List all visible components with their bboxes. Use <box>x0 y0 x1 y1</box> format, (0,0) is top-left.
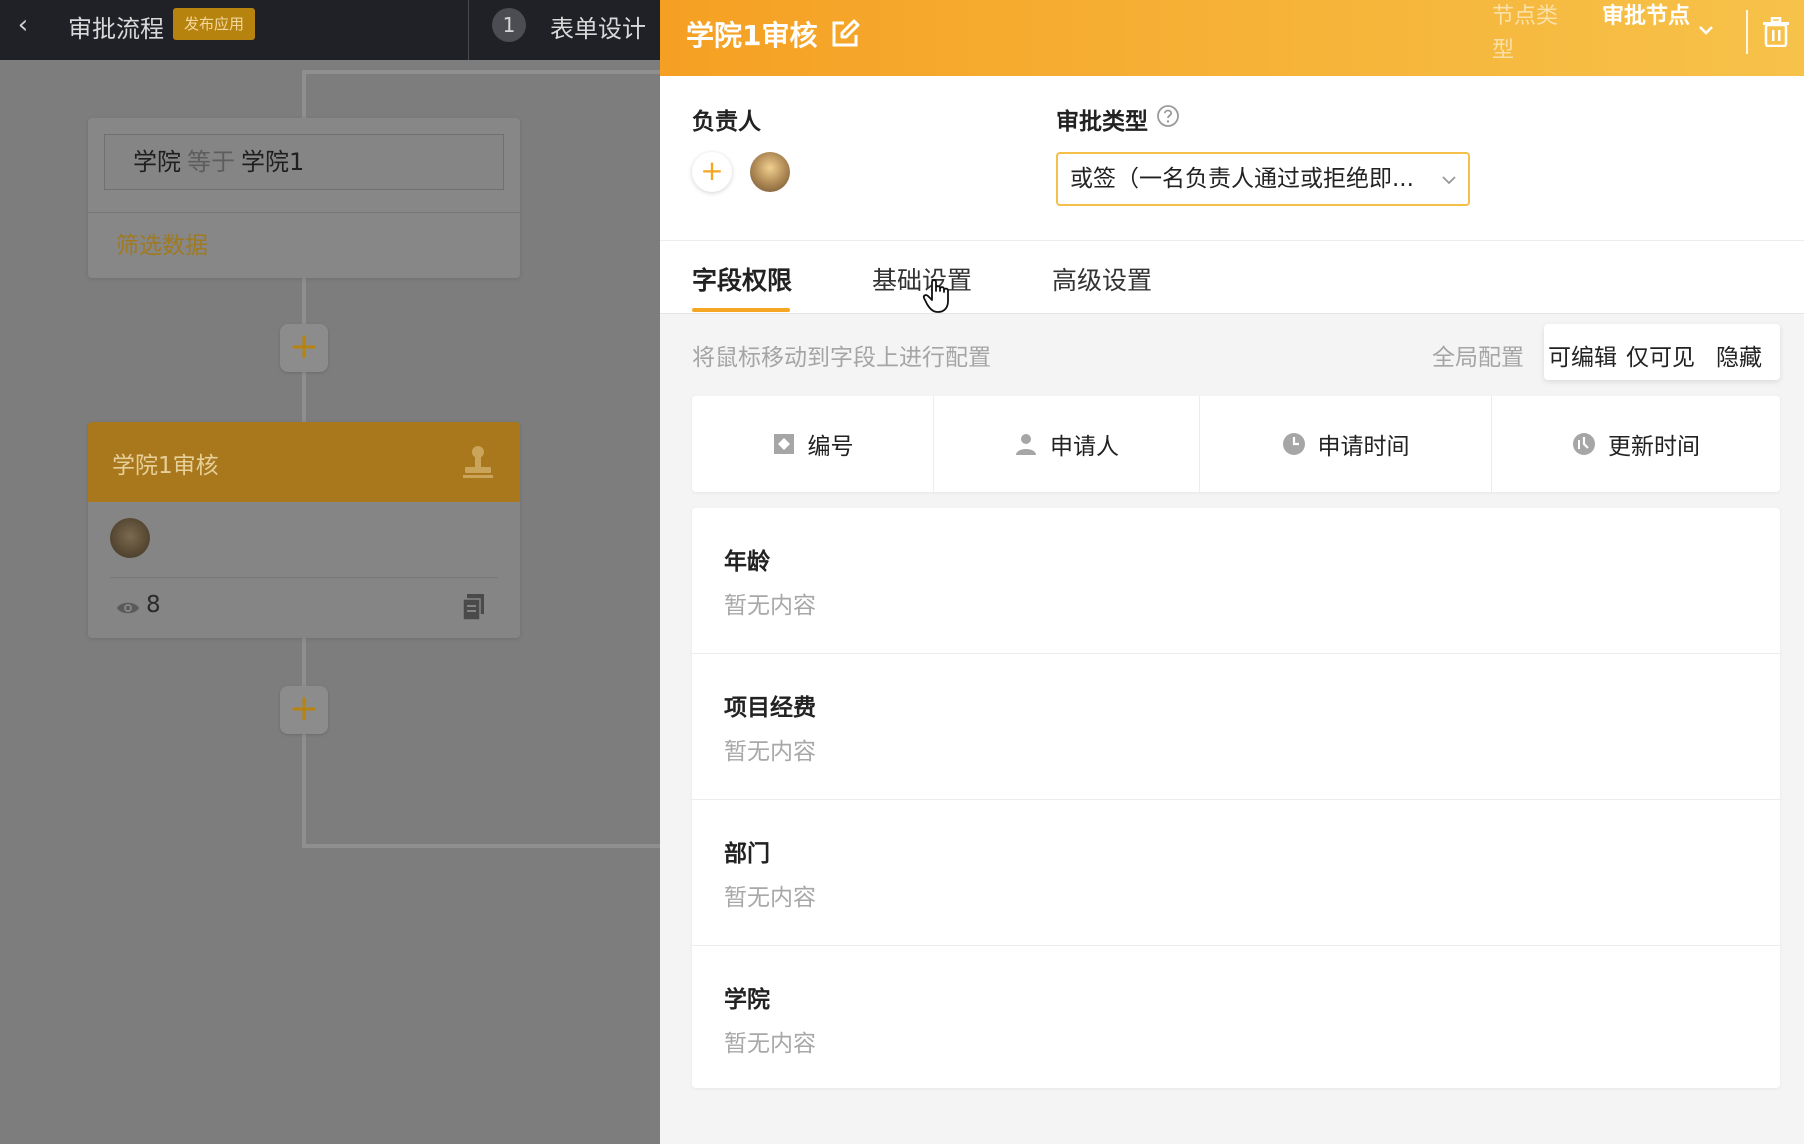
form-design-step[interactable]: 表单设计 <box>550 9 646 44</box>
system-field-label: 更新时间 <box>1608 434 1700 460</box>
document-icon[interactable] <box>462 594 486 620</box>
field-row[interactable]: 项目经费 暂无内容 <box>692 654 1780 800</box>
system-field-update-time[interactable]: 更新时间 <box>1492 396 1780 492</box>
chevron-left-icon[interactable]: ‹ <box>8 10 38 40</box>
node-title: 学院1审核 <box>112 453 219 479</box>
field-name: 项目经费 <box>724 695 816 721</box>
field-row[interactable]: 部门 暂无内容 <box>692 800 1780 946</box>
flow-connector <box>302 638 306 848</box>
field-name: 部门 <box>724 841 770 867</box>
panel-title: 学院1审核 <box>686 19 818 52</box>
system-field-number[interactable]: 编号 <box>692 396 934 492</box>
step-number: 1 <box>492 8 526 42</box>
condition-card[interactable]: 学院 等于 学院1 筛选数据 <box>88 118 520 278</box>
add-assignee-button[interactable]: + <box>692 152 732 192</box>
view-count: 8 <box>146 592 161 618</box>
condition-field: 学院 <box>133 148 181 176</box>
node-type-label: 节点类型 <box>1492 4 1559 63</box>
system-field-label: 申请人 <box>1050 434 1119 460</box>
condition-operator: 等于 <box>187 148 235 176</box>
active-tab-indicator <box>692 308 790 312</box>
update-clock-icon <box>1573 433 1595 455</box>
permission-hint-row: 将鼠标移动到字段上进行配置 全局配置 可编辑 仅可见 隐藏 <box>660 314 1804 394</box>
tab-field-permissions[interactable]: 字段权限 <box>692 261 792 297</box>
field-value: 暂无内容 <box>724 885 816 911</box>
add-node-button[interactable]: + <box>280 686 328 734</box>
system-field-applicant[interactable]: 申请人 <box>934 396 1200 492</box>
node-type-select[interactable]: 审批节点 <box>1602 0 1692 34</box>
approval-type-value: 或签（一名负责人通过或拒绝即... <box>1070 166 1414 192</box>
system-field-label: 编号 <box>807 434 854 460</box>
permission-editable[interactable]: 可编辑 <box>1548 338 1617 372</box>
condition-expression: 学院 等于 学院1 <box>104 134 504 190</box>
condition-value: 学院1 <box>241 148 305 176</box>
clock-icon <box>1282 433 1305 455</box>
settings-tabs: 字段权限 基础设置 高级设置 <box>660 240 1804 314</box>
tab-advanced-settings[interactable]: 高级设置 <box>1052 261 1152 297</box>
help-icon[interactable] <box>1156 104 1180 128</box>
field-value: 暂无内容 <box>724 593 816 619</box>
topbar-divider <box>468 0 469 60</box>
flow-connector <box>302 844 660 848</box>
field-value: 暂无内容 <box>724 1031 816 1057</box>
tag-icon <box>773 434 794 454</box>
field-row[interactable]: 年龄 暂无内容 <box>692 508 1780 654</box>
global-permission-group: 可编辑 仅可见 隐藏 <box>1544 324 1780 380</box>
avatar <box>110 518 150 558</box>
field-name: 年龄 <box>724 549 770 575</box>
trash-icon[interactable] <box>1762 17 1790 47</box>
node-settings-panel: 学院1审核 节点类型 审批节点 负责人 + 审批类型 或签（一名负责人通过或拒绝… <box>660 0 1804 1144</box>
publish-app-button[interactable]: 发布应用 <box>173 8 255 40</box>
system-fields: 编号 申请人 申请时间 更新时间 <box>692 396 1780 492</box>
form-fields-list: 年龄 暂无内容 项目经费 暂无内容 部门 暂无内容 学院 暂无内容 <box>692 508 1780 1088</box>
node-header: 学院1审核 <box>88 422 520 502</box>
edit-icon[interactable] <box>830 19 860 49</box>
person-icon <box>1016 434 1036 455</box>
permission-hidden[interactable]: 隐藏 <box>1716 338 1762 372</box>
add-node-button[interactable]: + <box>280 324 328 372</box>
assignee-section: 负责人 + 审批类型 或签（一名负责人通过或拒绝即... <box>660 76 1804 240</box>
approval-node-card[interactable]: 学院1审核 8 <box>88 422 520 638</box>
assignee-label: 负责人 <box>692 109 761 135</box>
header-divider <box>1746 10 1748 54</box>
chevron-down-icon[interactable] <box>1696 20 1716 40</box>
node-divider <box>110 577 498 578</box>
eye-icon <box>117 602 139 614</box>
global-config-label: 全局配置 <box>1432 345 1524 371</box>
system-field-apply-time[interactable]: 申请时间 <box>1200 396 1492 492</box>
chevron-down-icon <box>1442 176 1456 185</box>
panel-header: 学院1审核 节点类型 审批节点 <box>660 0 1804 76</box>
approval-type-label: 审批类型 <box>1056 109 1148 135</box>
flow-canvas: 学院 等于 学院1 筛选数据 + 学院1审核 8 + <box>0 60 660 1144</box>
flow-title: 审批流程 <box>68 15 164 43</box>
avatar[interactable] <box>750 152 790 192</box>
field-name: 学院 <box>724 987 770 1013</box>
stamp-icon <box>463 446 493 478</box>
hand-cursor-icon <box>922 279 949 313</box>
flow-connector <box>302 70 660 74</box>
field-row[interactable]: 学院 暂无内容 <box>692 946 1780 1092</box>
permission-view-only[interactable]: 仅可见 <box>1626 338 1695 372</box>
flow-topbar: ‹ 审批流程 发布应用 1 表单设计 <box>0 0 660 60</box>
field-value: 暂无内容 <box>724 739 816 765</box>
condition-divider <box>88 212 520 213</box>
filter-data-link[interactable]: 筛选数据 <box>116 226 208 260</box>
hint-text: 将鼠标移动到字段上进行配置 <box>692 345 991 371</box>
system-field-label: 申请时间 <box>1317 434 1410 460</box>
approval-type-select[interactable]: 或签（一名负责人通过或拒绝即... <box>1056 152 1470 206</box>
